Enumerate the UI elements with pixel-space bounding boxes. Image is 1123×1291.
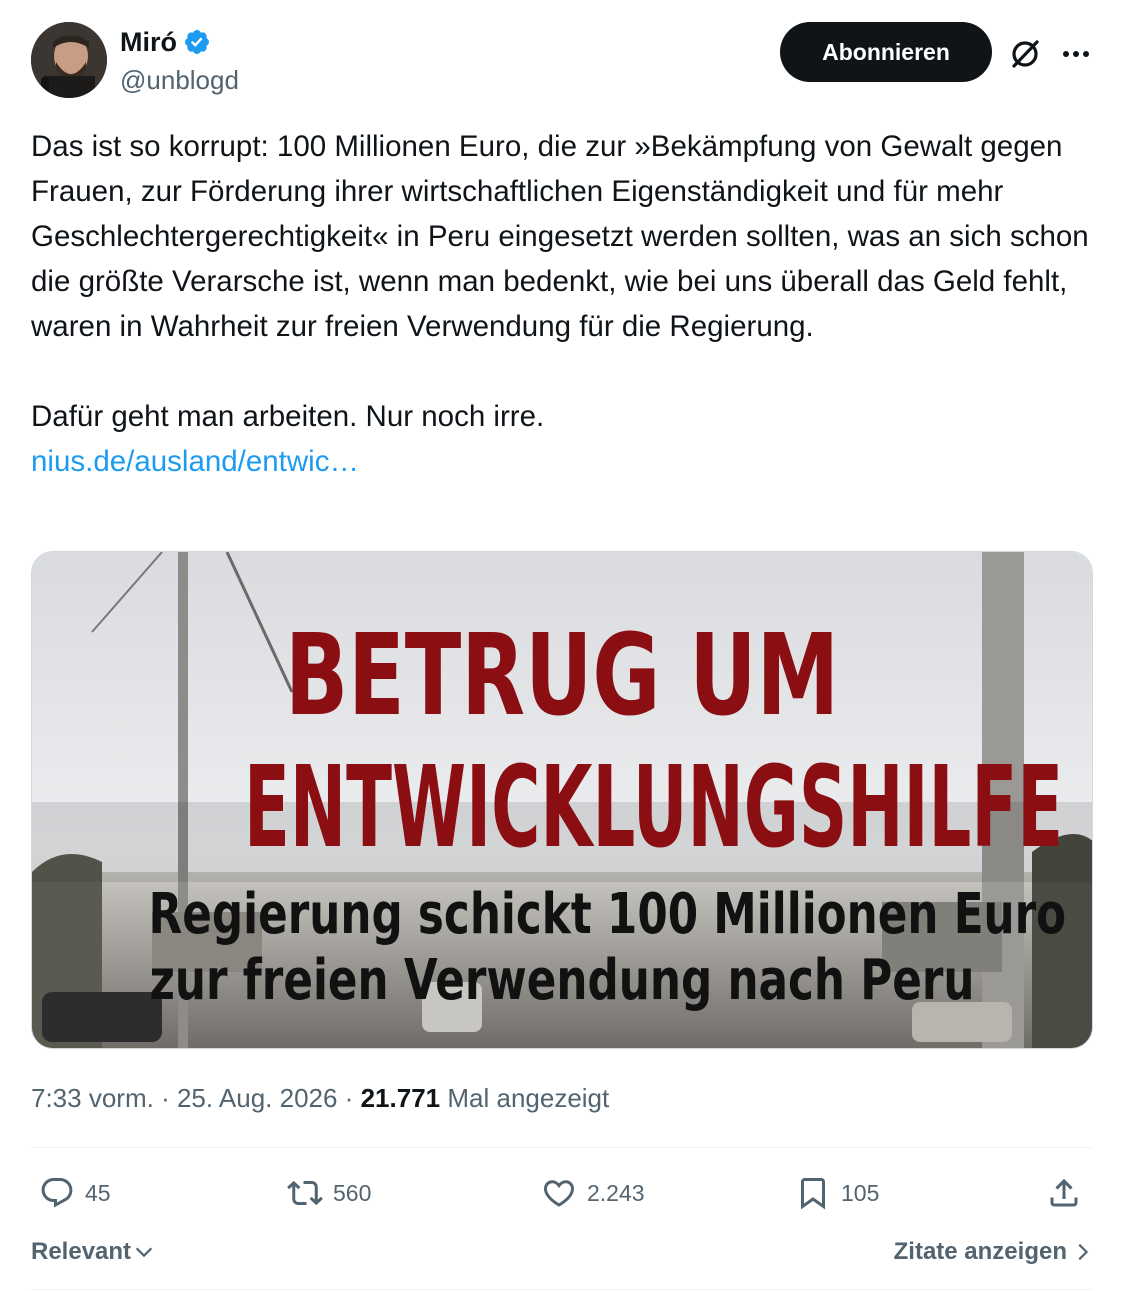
media-headline: ENTWICKLUNGSHILFE [244,743,1064,873]
quotes-label: Zitate anzeigen [893,1238,1067,1265]
tweet-paragraph: Dafür geht man arbeiten. Nur noch irre. [31,400,545,433]
share-icon [1050,1178,1078,1207]
action-bar: 45 560 2.243 105 [31,1170,1093,1216]
reply-icon [41,1178,73,1208]
media-headline: BETRUG UM [284,611,840,741]
tweet-paragraph [31,349,1093,394]
display-name[interactable]: Miró [120,26,177,58]
like-count: 2.243 [587,1179,645,1206]
avatar[interactable] [31,22,107,98]
more-options-icon[interactable] [1059,37,1093,71]
tweet-header: Miró @unblogd Abonnieren [31,22,1093,102]
meta-separator: · [161,1083,170,1113]
bookmark-icon [801,1178,825,1210]
bookmark-button[interactable]: 105 [795,1170,879,1216]
heart-icon [543,1180,575,1207]
chevron-down-icon [135,1247,153,1258]
views-count: 21.771 [360,1083,441,1113]
verified-badge-icon [185,30,209,54]
tweet-date[interactable]: 25. Aug. 2026 [177,1083,337,1113]
tweet-time[interactable]: 7:33 vorm. [31,1083,154,1113]
grok-icon[interactable] [1007,36,1043,72]
repost-count: 560 [333,1179,372,1206]
divider [31,1147,1093,1148]
divider [31,1289,1093,1290]
reply-count: 45 [85,1179,111,1206]
tweet-text: Das ist so korrupt: 100 Millionen Euro, … [31,124,1093,484]
like-button[interactable]: 2.243 [541,1170,645,1216]
repost-button[interactable]: 560 [287,1170,371,1216]
media-subheadline: Regierung schickt 100 Millionen Euro [148,882,1067,947]
bookmark-count: 105 [841,1179,880,1206]
repost-icon [287,1180,323,1206]
meta-separator: · [344,1083,354,1113]
user-handle[interactable]: @unblogd [120,64,239,96]
name-row: Miró [120,26,211,58]
sort-dropdown[interactable]: Relevant [31,1234,155,1270]
replies-footer: Relevant Zitate anzeigen [31,1234,1093,1272]
tweet-paragraph: Das ist so korrupt: 100 Millionen Euro, … [31,130,1097,343]
media-subheadline: zur freien Verwendung nach Peru [149,948,975,1013]
tweet-meta: 7:33 vorm. · 25. Aug. 2026 · 21.771 Mal … [31,1080,609,1116]
reply-button[interactable]: 45 [39,1170,111,1216]
chevron-right-icon [1078,1243,1089,1261]
tweet-media-image[interactable]: BETRUG UM ENTWICKLUNGSHILFE Regierung sc… [31,551,1093,1049]
view-quotes-link[interactable]: Zitate anzeigen [894,1234,1093,1270]
sort-label: Relevant [31,1238,132,1265]
views-label: Mal angezeigt [447,1083,610,1113]
share-button[interactable] [1046,1170,1082,1216]
subscribe-button[interactable]: Abonnieren [780,22,992,82]
tweet-link[interactable]: nius.de/ausland/entwic… [31,439,1093,484]
